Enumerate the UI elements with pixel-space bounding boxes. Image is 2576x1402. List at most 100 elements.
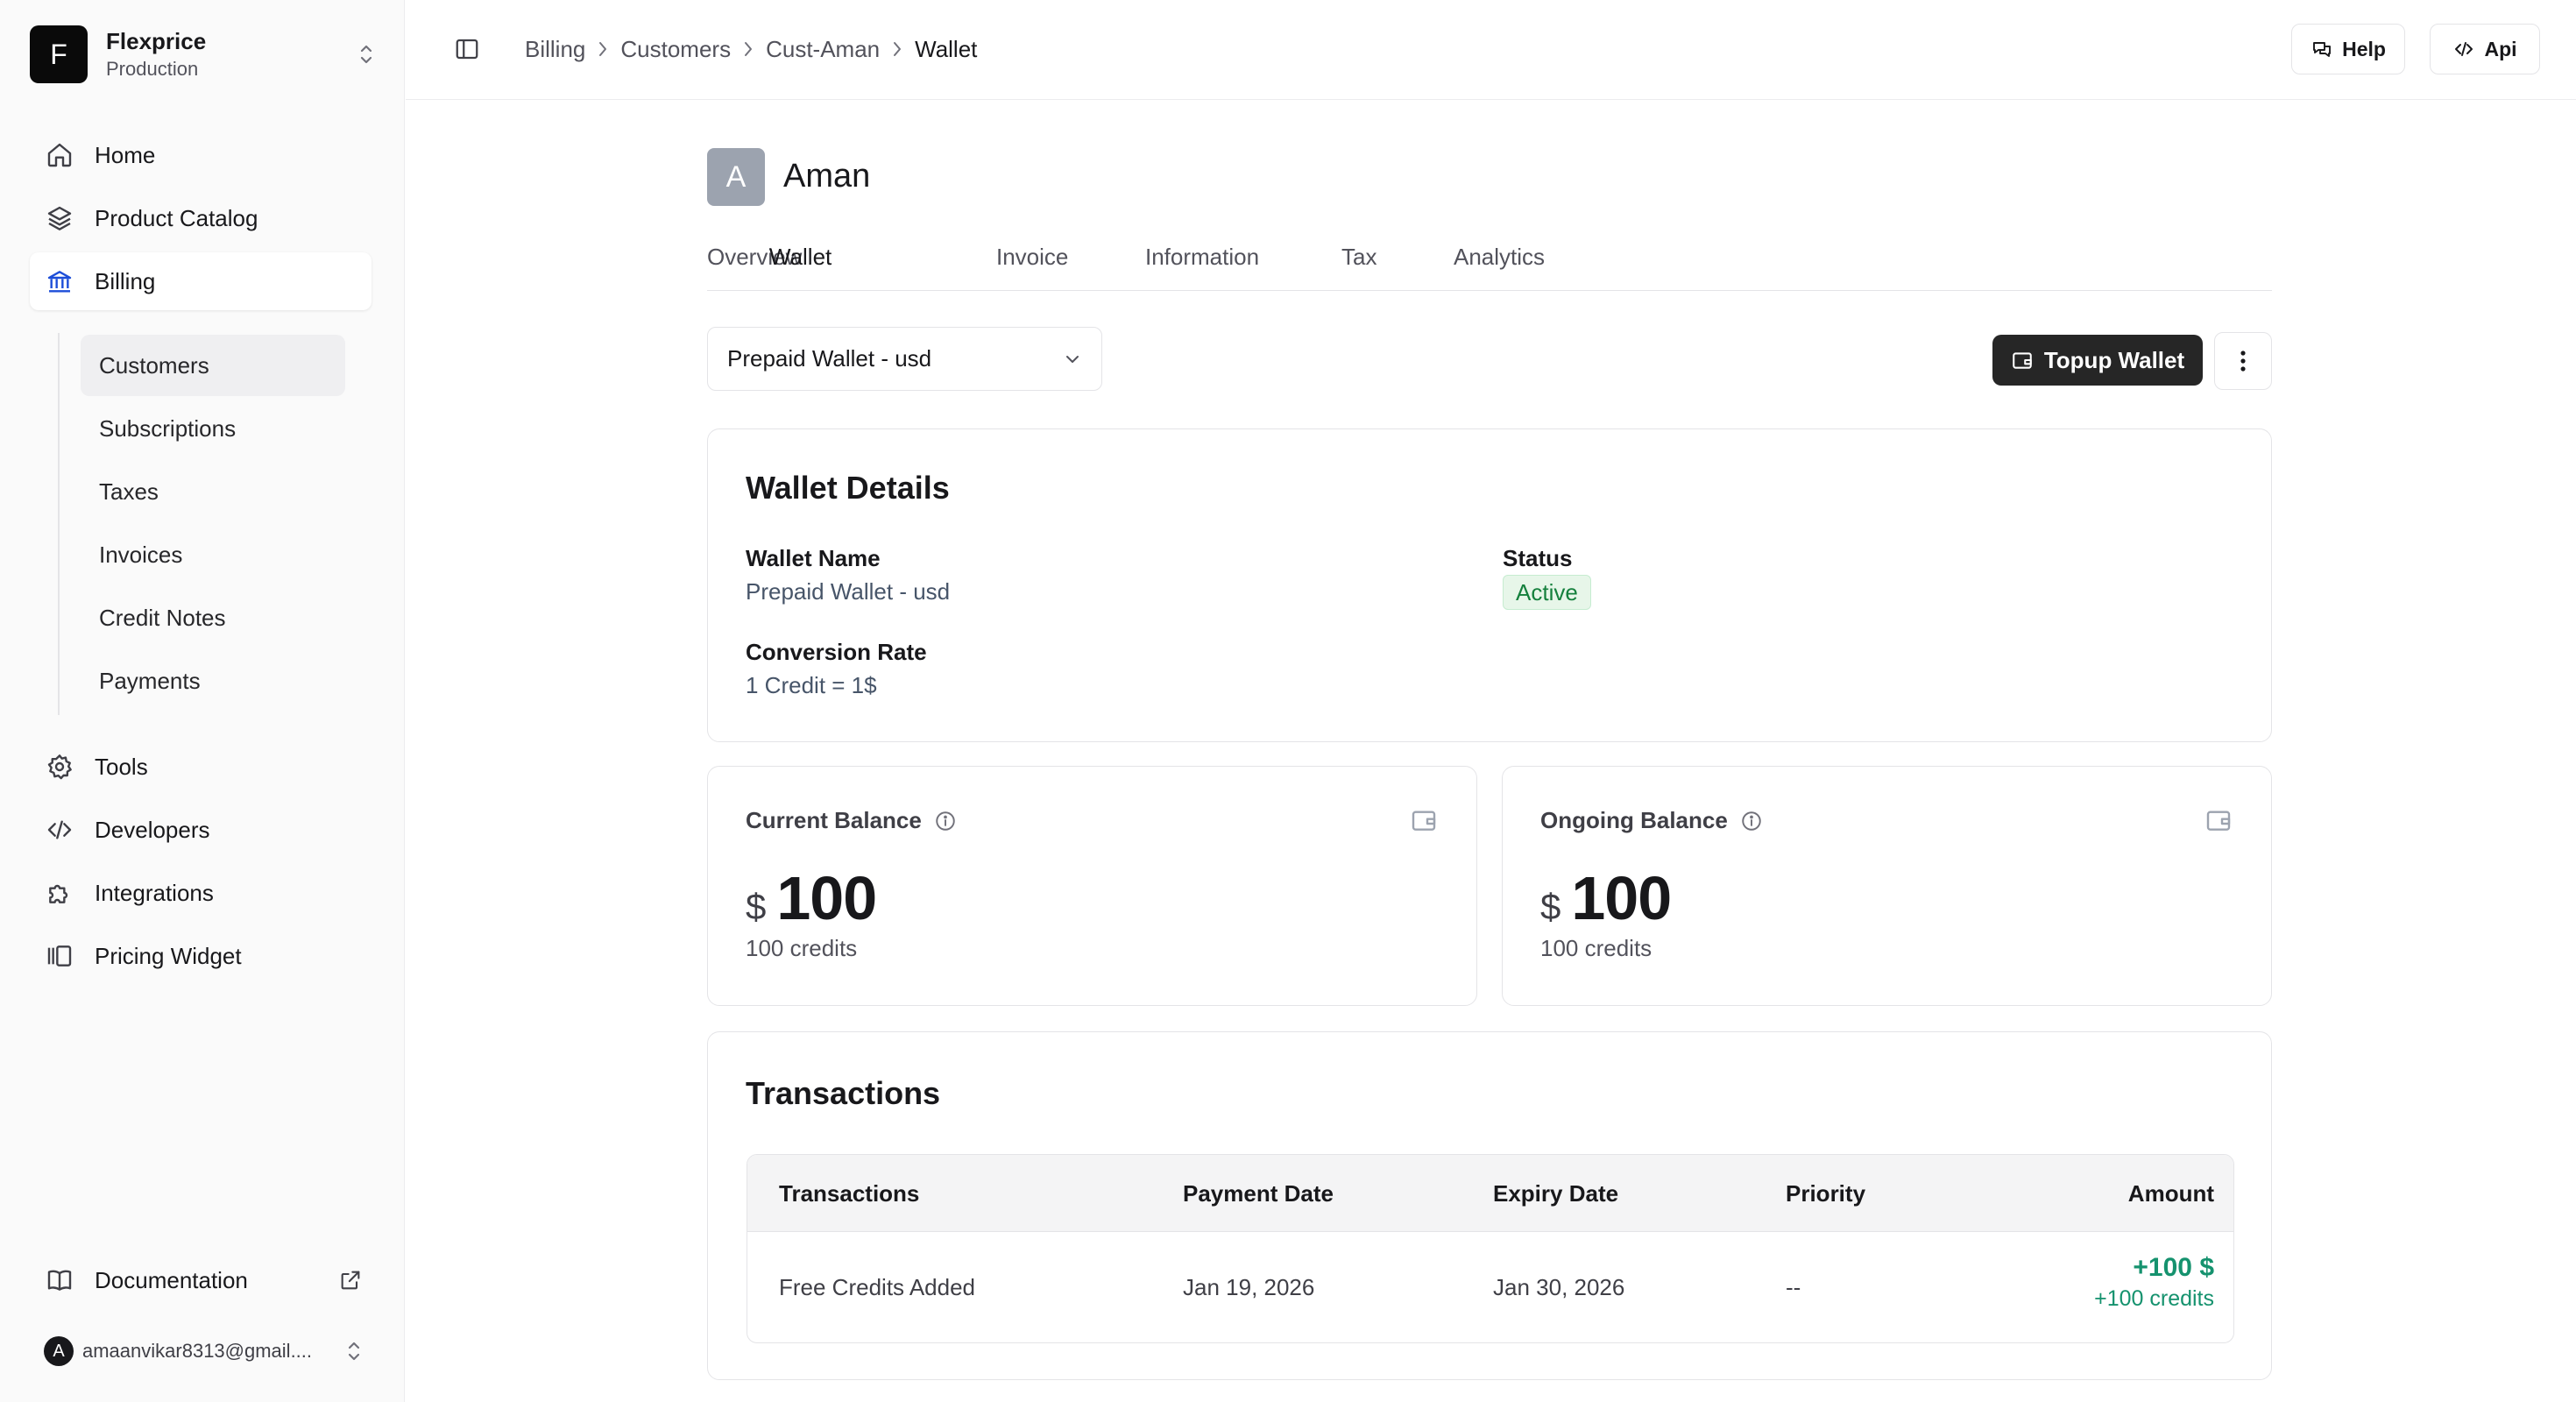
balance-value: 100 <box>1571 864 1672 932</box>
transaction-amount: +100 $ +100 credits <box>2094 1253 2214 1312</box>
topup-label: Topup Wallet <box>2043 346 2185 373</box>
nav-item-home[interactable]: Home <box>30 126 372 184</box>
chevrons-up-down-icon <box>343 1335 364 1367</box>
bank-icon <box>44 266 75 297</box>
topup-wallet-button[interactable]: Topup Wallet <box>1992 335 2203 386</box>
breadcrumb-customer[interactable]: Cust-Aman <box>766 36 880 63</box>
subnav-item-customers[interactable]: Customers <box>81 335 345 396</box>
nav-item-tools[interactable]: Tools <box>30 738 372 796</box>
nav-label: Pricing Widget <box>95 942 242 969</box>
help-label: Help <box>2342 37 2386 60</box>
transactions-title: Transactions <box>746 1075 941 1111</box>
api-label: Api <box>2484 37 2517 60</box>
wallet-name-value: Prepaid Wallet - usd <box>746 578 951 605</box>
nav-item-product-catalog[interactable]: Product Catalog <box>30 189 372 247</box>
info-icon[interactable] <box>934 810 957 832</box>
wallet-name-label: Wallet Name <box>746 545 881 571</box>
more-vertical-icon <box>2240 350 2246 372</box>
tab-analytics[interactable]: Analytics <box>1454 244 1545 271</box>
status-badge: Active <box>1503 575 1591 610</box>
current-balance-card: Current Balance $ 100 100 credits <box>707 766 1477 1006</box>
balance-value: 100 <box>776 864 877 932</box>
ongoing-balance-amount: $ 100 <box>1540 863 1672 933</box>
column-header-transactions: Transactions <box>779 1180 920 1207</box>
nav-item-integrations[interactable]: Integrations <box>30 864 372 922</box>
nav-label: Integrations <box>95 879 214 906</box>
tab-invoice[interactable]: Invoice <box>996 244 1068 271</box>
home-icon <box>44 139 75 171</box>
top-bar: Billing Customers Cust-Aman Wallet Help … <box>406 0 2576 100</box>
chevrons-up-down-icon[interactable] <box>356 39 377 70</box>
subnav-divider <box>58 333 60 715</box>
priority: -- <box>1786 1274 1801 1300</box>
code-icon <box>2452 38 2475 60</box>
breadcrumb: Billing Customers Cust-Aman Wallet <box>525 32 977 67</box>
column-header-expiry-date: Expiry Date <box>1493 1180 1619 1207</box>
nav-label: Billing <box>95 267 156 294</box>
balance-credits: 100 credits <box>1540 935 1652 961</box>
column-header-priority: Priority <box>1786 1180 1866 1207</box>
breadcrumb-current: Wallet <box>915 35 978 62</box>
wallet-select[interactable]: Prepaid Wallet - usd <box>707 327 1102 391</box>
subnav-item-payments[interactable]: Payments <box>81 650 345 712</box>
tab-tax[interactable]: Tax <box>1341 244 1376 271</box>
conversion-rate-value: 1 Credit = 1$ <box>746 672 877 698</box>
customer-name: Aman <box>783 158 871 195</box>
sidebar-toggle-icon[interactable] <box>449 32 485 67</box>
ongoing-balance-label: Ongoing Balance <box>1540 807 1763 834</box>
nav-item-pricing-widget[interactable]: Pricing Widget <box>30 927 372 985</box>
code-icon <box>44 814 75 846</box>
wallet-details-title: Wallet Details <box>746 470 950 506</box>
documentation-link[interactable]: Documentation <box>30 1251 372 1309</box>
balance-credits: 100 credits <box>746 935 858 961</box>
user-menu[interactable]: A amaanvikar8313@gmail.... <box>30 1332 372 1370</box>
expiry-date: Jan 30, 2026 <box>1493 1274 1625 1300</box>
subnav-item-credit-notes[interactable]: Credit Notes <box>81 587 345 648</box>
currency-symbol: $ <box>746 886 767 927</box>
ongoing-balance-card: Ongoing Balance $ 100 100 credits <box>1502 766 2272 1006</box>
layers-icon <box>44 202 75 234</box>
current-balance-label: Current Balance <box>746 807 957 834</box>
wallet-icon <box>2204 805 2233 835</box>
book-icon <box>44 1264 75 1296</box>
table-row[interactable]: Free Credits Added Jan 19, 2026 Jan 30, … <box>747 1232 2233 1342</box>
subnav-item-taxes[interactable]: Taxes <box>81 461 345 522</box>
transactions-table: Transactions Payment Date Expiry Date Pr… <box>747 1154 2234 1343</box>
transaction-description: Free Credits Added <box>779 1274 976 1300</box>
wallet-details-card: Wallet Details Wallet Name Prepaid Walle… <box>707 428 2272 742</box>
customer-avatar: A <box>707 148 765 206</box>
nav-item-developers[interactable]: Developers <box>30 801 372 859</box>
nav-label: Tools <box>95 753 148 780</box>
api-button[interactable]: Api <box>2430 24 2540 74</box>
table-header: Transactions Payment Date Expiry Date Pr… <box>747 1155 2233 1232</box>
subnav-item-invoices[interactable]: Invoices <box>81 524 345 585</box>
nav-label: Developers <box>95 816 210 843</box>
chevron-right-icon <box>585 39 620 59</box>
payment-date: Jan 19, 2026 <box>1183 1274 1315 1300</box>
gear-icon <box>44 751 75 782</box>
chevron-right-icon <box>731 39 766 59</box>
currency-symbol: $ <box>1540 886 1561 927</box>
org-switcher[interactable]: F Flexprice Production <box>30 25 377 84</box>
wallet-select-value: Prepaid Wallet - usd <box>727 345 932 372</box>
more-options-button[interactable] <box>2214 332 2272 390</box>
nav-item-billing[interactable]: Billing <box>30 252 372 310</box>
tab-information[interactable]: Information <box>1145 244 1259 271</box>
tab-wallet[interactable]: Wallet <box>769 244 832 271</box>
breadcrumb-billing[interactable]: Billing <box>525 36 585 63</box>
chat-icon <box>2311 38 2333 60</box>
nav-label: Home <box>95 141 156 168</box>
help-button[interactable]: Help <box>2291 24 2405 74</box>
conversion-rate-label: Conversion Rate <box>746 639 927 665</box>
breadcrumb-customers[interactable]: Customers <box>620 36 731 63</box>
column-header-amount: Amount <box>2127 1180 2214 1207</box>
info-icon[interactable] <box>1740 810 1763 832</box>
ongoing-balance-label-text: Ongoing Balance <box>1540 807 1728 833</box>
sidebar: F Flexprice Production Home Product Cata… <box>0 0 405 1402</box>
user-email: amaanvikar8313@gmail.... <box>82 1340 313 1362</box>
subnav-item-subscriptions[interactable]: Subscriptions <box>81 398 345 459</box>
status-label: Status <box>1503 545 1573 571</box>
nav-label: Documentation <box>95 1266 248 1293</box>
external-link-icon <box>335 1264 366 1296</box>
chevron-right-icon <box>880 39 915 59</box>
